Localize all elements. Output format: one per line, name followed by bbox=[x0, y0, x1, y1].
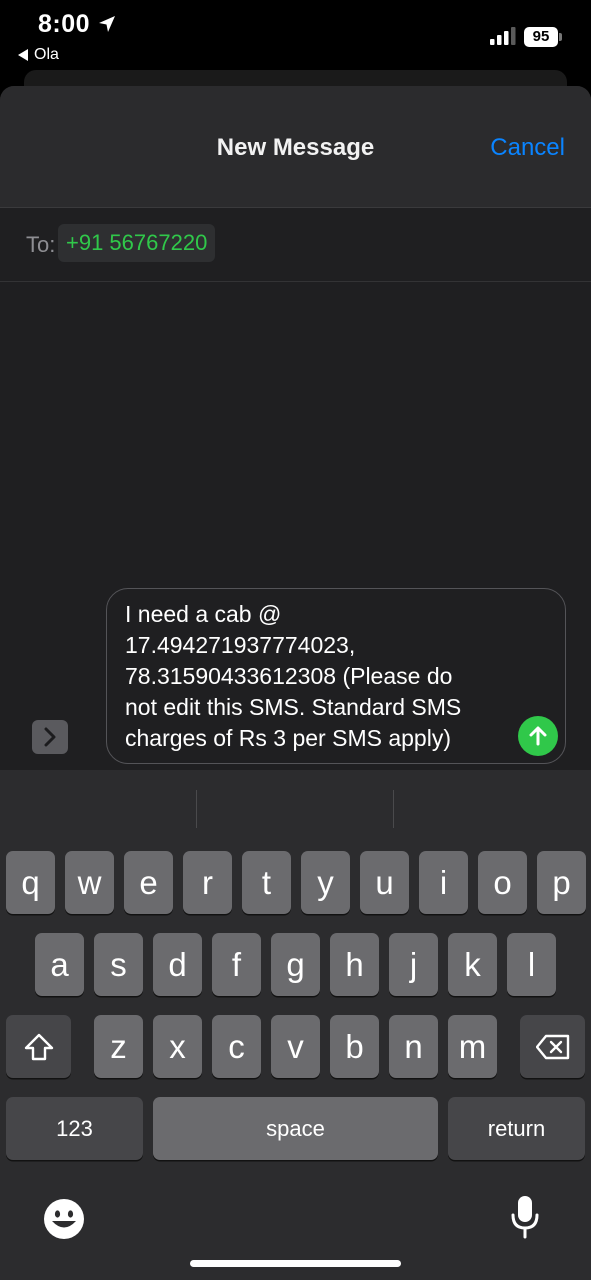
nav-header: New Message Cancel bbox=[0, 86, 591, 208]
shift-key[interactable] bbox=[6, 1015, 71, 1078]
key-d[interactable]: d bbox=[153, 933, 202, 996]
key-e[interactable]: e bbox=[124, 851, 173, 914]
status-time: 8:00 bbox=[38, 10, 91, 38]
key-v[interactable]: v bbox=[271, 1015, 320, 1078]
location-arrow-icon bbox=[99, 16, 115, 32]
message-text: I need a cab @ 17.494271937774023, 78.31… bbox=[125, 601, 462, 751]
space-key[interactable]: space bbox=[153, 1097, 438, 1160]
battery-icon: 95 bbox=[524, 27, 562, 47]
key-b[interactable]: b bbox=[330, 1015, 379, 1078]
key-g[interactable]: g bbox=[271, 933, 320, 996]
key-u[interactable]: u bbox=[360, 851, 409, 914]
battery-level: 95 bbox=[524, 27, 558, 47]
key-x[interactable]: x bbox=[153, 1015, 202, 1078]
key-h[interactable]: h bbox=[330, 933, 379, 996]
chevron-right-icon bbox=[44, 727, 56, 747]
send-button[interactable] bbox=[518, 716, 558, 756]
cancel-button[interactable]: Cancel bbox=[490, 134, 565, 162]
expand-apps-button[interactable] bbox=[32, 720, 68, 754]
key-p[interactable]: p bbox=[537, 851, 586, 914]
status-bar: 8:00 Ola 95 bbox=[0, 0, 591, 72]
key-j[interactable]: j bbox=[389, 933, 438, 996]
suggestion-divider bbox=[196, 790, 197, 828]
key-w[interactable]: w bbox=[65, 851, 114, 914]
key-c[interactable]: c bbox=[212, 1015, 261, 1078]
arrow-up-icon bbox=[529, 726, 547, 746]
key-z[interactable]: z bbox=[94, 1015, 143, 1078]
key-m[interactable]: m bbox=[448, 1015, 497, 1078]
key-a[interactable]: a bbox=[35, 933, 84, 996]
to-label: To: bbox=[26, 232, 56, 257]
to-field-row[interactable]: To: +91 56767220 bbox=[0, 208, 591, 282]
key-r[interactable]: r bbox=[183, 851, 232, 914]
key-y[interactable]: y bbox=[301, 851, 350, 914]
key-i[interactable]: i bbox=[419, 851, 468, 914]
key-q[interactable]: q bbox=[6, 851, 55, 914]
home-indicator bbox=[190, 1260, 401, 1267]
key-k[interactable]: k bbox=[448, 933, 497, 996]
emoji-icon[interactable] bbox=[43, 1198, 85, 1240]
return-key[interactable]: return bbox=[448, 1097, 585, 1160]
numbers-key[interactable]: 123 bbox=[6, 1097, 143, 1160]
key-s[interactable]: s bbox=[94, 933, 143, 996]
shift-icon bbox=[24, 1033, 53, 1060]
backspace-icon bbox=[535, 1034, 569, 1059]
microphone-icon[interactable] bbox=[510, 1194, 540, 1240]
key-n[interactable]: n bbox=[389, 1015, 438, 1078]
key-f[interactable]: f bbox=[212, 933, 261, 996]
suggestion-divider bbox=[393, 790, 394, 828]
back-triangle-icon bbox=[18, 49, 28, 61]
delete-key[interactable] bbox=[520, 1015, 585, 1078]
back-to-app-button[interactable]: Ola bbox=[18, 46, 59, 64]
key-o[interactable]: o bbox=[478, 851, 527, 914]
message-input[interactable]: I need a cab @ 17.494271937774023, 78.31… bbox=[106, 588, 566, 764]
battery-cap bbox=[559, 33, 562, 41]
recipient-chip[interactable]: +91 56767220 bbox=[58, 224, 216, 262]
key-t[interactable]: t bbox=[242, 851, 291, 914]
key-l[interactable]: l bbox=[507, 933, 556, 996]
cellular-signal-icon bbox=[490, 27, 516, 45]
back-app-label: Ola bbox=[34, 46, 59, 63]
